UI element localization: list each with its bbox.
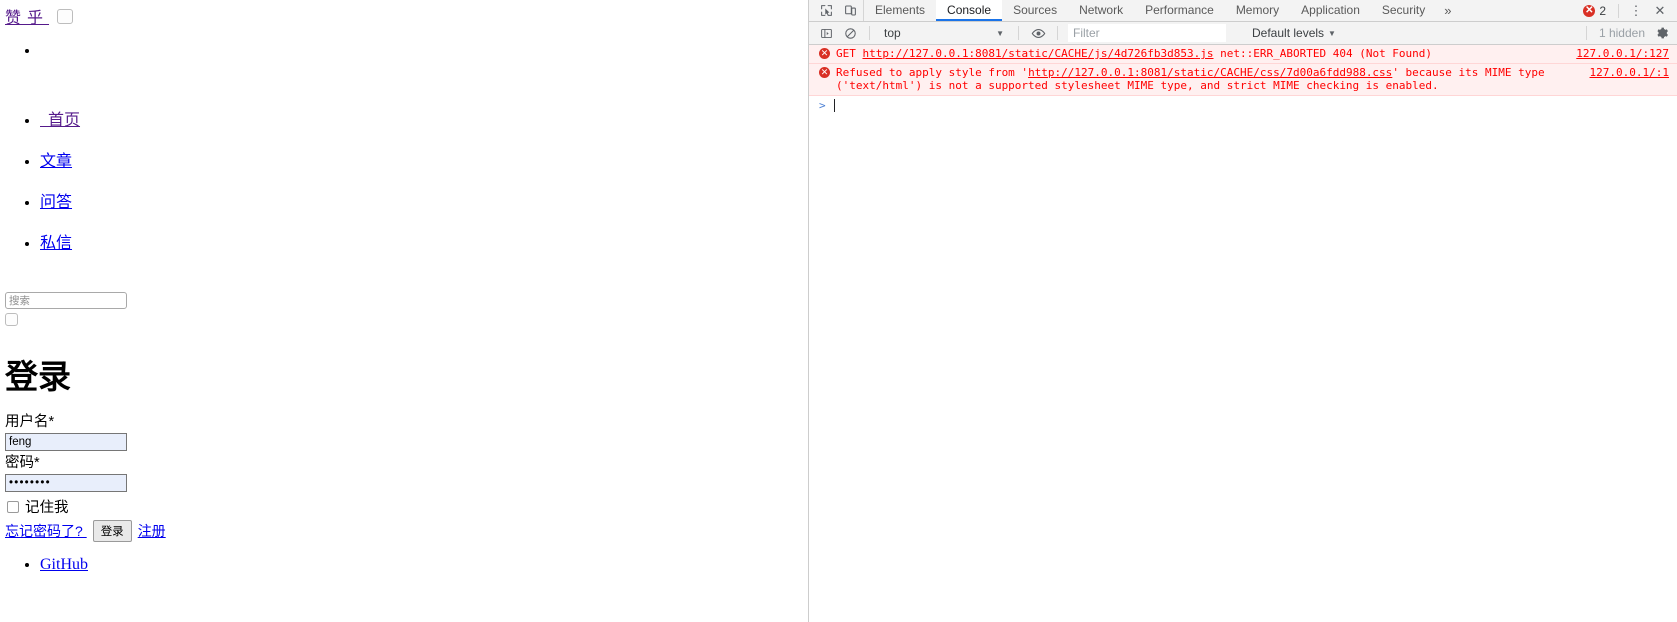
tab-elements[interactable]: Elements (864, 0, 936, 21)
error-count-badge[interactable]: ✕ 2 (1577, 4, 1612, 18)
error-icon: ✕ (1583, 4, 1596, 17)
no-entry-icon[interactable] (841, 24, 859, 42)
nav-item-qa[interactable]: 问答 (40, 182, 80, 223)
console-message-text: GET http://127.0.0.1:8081/static/CACHE/j… (836, 47, 1566, 61)
console-message-text: Refused to apply style from 'http://127.… (836, 66, 1580, 93)
form-actions-row: 忘记密码了? 登录 注册 (5, 520, 166, 542)
page-title: 登录 (5, 358, 71, 395)
inspect-element-icon[interactable] (817, 2, 835, 20)
tab-network[interactable]: Network (1068, 0, 1134, 21)
tab-performance[interactable]: Performance (1134, 0, 1225, 21)
web-page-pane: 赞 乎 首页 文章 问答 私信 登录 用户 (0, 0, 808, 622)
chevron-down-icon: ▼ (1328, 28, 1336, 38)
tab-sources[interactable]: Sources (1002, 0, 1068, 21)
divider (869, 26, 870, 40)
message-resource-link[interactable]: http://127.0.0.1:8081/static/CACHE/css/7… (1028, 66, 1392, 79)
divider (1618, 3, 1619, 18)
devtools-tabbar: Elements Console Sources Network Perform… (809, 0, 1677, 22)
devtools-panel: Elements Console Sources Network Perform… (808, 0, 1677, 622)
nav-item-empty (40, 30, 80, 100)
more-tabs-icon[interactable]: » (1436, 0, 1459, 21)
nav-link-home[interactable]: 首页 (40, 112, 80, 129)
site-logo-link[interactable]: 赞 乎 (5, 4, 49, 28)
remember-me-row: 记住我 (7, 496, 166, 517)
error-icon: ✕ (819, 48, 830, 59)
remember-me-checkbox[interactable] (7, 500, 19, 513)
screenshot-root: 赞 乎 首页 文章 问答 私信 登录 用户 (0, 0, 1677, 622)
forgot-password-link[interactable]: 忘记密码了? (5, 521, 87, 541)
console-context-value: top (884, 26, 901, 40)
error-icon: ✕ (819, 66, 830, 78)
prompt-arrow-icon: > (819, 98, 826, 112)
nav-item-home[interactable]: 首页 (40, 100, 80, 141)
devtools-menu-icon[interactable]: ⋮ (1625, 1, 1647, 21)
device-toolbar-icon[interactable] (841, 2, 859, 20)
devtools-toolbar-left (809, 0, 864, 21)
footer-link-list: GitHub (0, 548, 88, 582)
divider (1057, 26, 1058, 40)
console-context-selector[interactable]: top ▼ (880, 24, 1008, 42)
console-message-error-2[interactable]: ✕ Refused to apply style from 'http://12… (809, 63, 1677, 96)
nav-item-articles[interactable]: 文章 (40, 141, 80, 182)
devtools-toolbar-right: ✕ 2 ⋮ ✕ (1577, 0, 1677, 21)
nav-item-messages[interactable]: 私信 (40, 223, 80, 264)
register-link[interactable]: 注册 (138, 521, 166, 541)
message-prefix: GET (836, 47, 863, 60)
console-filter-bar: top ▼ Default levels ▼ 1 hidden (809, 22, 1677, 45)
text-caret (833, 98, 835, 112)
gear-icon[interactable] (1653, 24, 1671, 42)
hidden-messages-label[interactable]: 1 hidden (1599, 26, 1645, 40)
tab-security[interactable]: Security (1371, 0, 1436, 21)
log-levels-label: Default levels (1252, 26, 1325, 40)
error-count-label: 2 (1599, 3, 1606, 18)
nav-link-messages[interactable]: 私信 (40, 235, 72, 252)
live-expression-eye-icon[interactable] (1029, 24, 1047, 42)
menu-toggle-icon[interactable] (57, 8, 74, 24)
console-message-list: ✕ GET http://127.0.0.1:8081/static/CACHE… (809, 45, 1677, 115)
main-nav-list: 首页 文章 问答 私信 (0, 30, 80, 264)
nav-link-articles[interactable]: 文章 (40, 153, 72, 170)
divider (1018, 26, 1019, 40)
search-submit-button[interactable] (5, 313, 18, 326)
devtools-tab-list: Elements Console Sources Network Perform… (864, 0, 1459, 21)
console-sidebar-icon[interactable] (817, 24, 835, 42)
tab-console[interactable]: Console (936, 0, 1003, 21)
password-input[interactable] (5, 474, 127, 492)
chevron-down-icon: ▼ (996, 28, 1004, 38)
console-message-source-link[interactable]: 127.0.0.1/:127 (1576, 47, 1669, 61)
message-suffix: net::ERR_ABORTED 404 (Not Found) (1213, 47, 1433, 60)
github-link[interactable]: GitHub (40, 556, 88, 573)
remember-me-label: 记住我 (25, 500, 69, 516)
username-input[interactable] (5, 433, 127, 451)
console-message-source-link[interactable]: 127.0.0.1/:1 (1590, 66, 1669, 80)
login-form: 用户名* 密码* 记住我 忘记密码了? 登录 注册 (5, 414, 166, 542)
site-header: 赞 乎 (5, 4, 74, 28)
username-label: 用户名* (5, 414, 55, 430)
nav-link-qa[interactable]: 问答 (40, 194, 72, 211)
list-item[interactable]: GitHub (40, 548, 88, 582)
message-resource-link[interactable]: http://127.0.0.1:8081/static/CACHE/js/4d… (863, 47, 1214, 60)
tab-memory[interactable]: Memory (1225, 0, 1290, 21)
divider (1585, 26, 1587, 40)
console-prompt-row[interactable]: > (809, 96, 1677, 115)
search-form (5, 292, 127, 326)
close-icon[interactable]: ✕ (1649, 1, 1671, 21)
search-input[interactable] (5, 292, 127, 309)
console-message-error-1[interactable]: ✕ GET http://127.0.0.1:8081/static/CACHE… (809, 45, 1677, 64)
message-prefix: Refused to apply style from ' (836, 65, 1029, 79)
console-filter-input[interactable] (1068, 24, 1226, 42)
log-levels-selector[interactable]: Default levels ▼ (1252, 26, 1336, 40)
filter-bar-right: 1 hidden (1582, 24, 1671, 42)
tab-application[interactable]: Application (1290, 0, 1371, 21)
login-submit-button[interactable]: 登录 (92, 520, 132, 542)
password-label: 密码* (5, 455, 40, 471)
